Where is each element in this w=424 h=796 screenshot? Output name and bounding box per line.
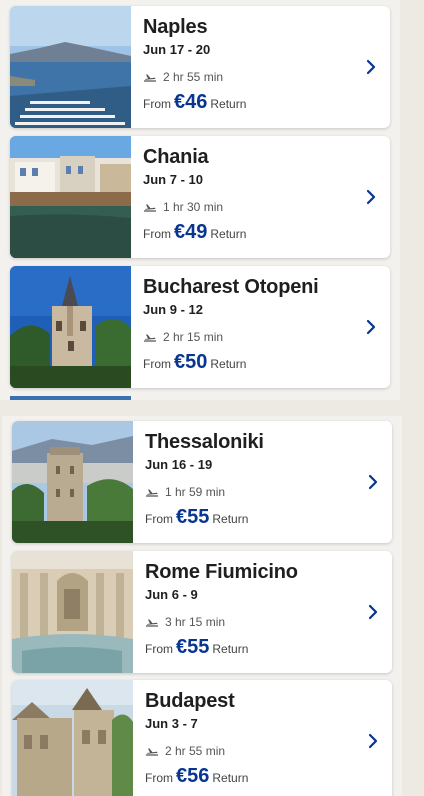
- destination-card-chania[interactable]: Chania Jun 7 - 10 1 hr 30 min From €49 R…: [10, 136, 390, 258]
- price-line: From €55 Return: [145, 636, 248, 659]
- from-label: From: [145, 771, 173, 785]
- destination-info: Thessaloniki Jun 16 - 19 1 hr 59 min Fro…: [145, 421, 352, 543]
- destination-city: Bucharest Otopeni: [143, 276, 319, 298]
- travel-dates: Jun 3 - 7: [145, 716, 198, 731]
- peles-castle-photo: [10, 266, 131, 388]
- travel-dates: Jun 9 - 12: [143, 302, 203, 317]
- flight-duration-text: 1 hr 59 min: [165, 485, 226, 499]
- chevron-right-icon[interactable]: [366, 732, 380, 750]
- plane-icon: [143, 71, 157, 83]
- flight-duration: 2 hr 55 min: [143, 70, 223, 84]
- destination-city: Thessaloniki: [145, 431, 264, 453]
- destination-card-naples[interactable]: Naples Jun 17 - 20 2 hr 55 min From €46 …: [10, 6, 390, 128]
- travel-dates: Jun 17 - 20: [143, 42, 211, 57]
- from-label: From: [143, 357, 171, 371]
- travel-dates: Jun 7 - 10: [143, 172, 203, 187]
- price: €55: [176, 506, 210, 528]
- plane-icon: [145, 486, 159, 498]
- from-label: From: [143, 97, 171, 111]
- flight-duration: 2 hr 55 min: [145, 744, 225, 758]
- destination-city: Chania: [143, 146, 209, 168]
- chevron-right-icon[interactable]: [364, 188, 378, 206]
- price-line: From €55 Return: [145, 506, 248, 529]
- price: €50: [174, 351, 208, 373]
- fishermans-bastion-photo: [12, 680, 133, 796]
- destination-card-bucharest[interactable]: Bucharest Otopeni Jun 9 - 12 2 hr 15 min…: [10, 266, 390, 388]
- destination-city: Budapest: [145, 690, 235, 712]
- destination-list-bottom: Thessaloniki Jun 16 - 19 1 hr 59 min Fro…: [2, 416, 402, 796]
- flight-duration-text: 3 hr 15 min: [165, 615, 226, 629]
- plane-icon: [143, 331, 157, 343]
- travel-dates: Jun 16 - 19: [145, 457, 213, 472]
- plane-icon: [143, 201, 157, 213]
- flight-duration: 1 hr 30 min: [143, 200, 223, 214]
- destination-info: Budapest Jun 3 - 7 2 hr 55 min From €56 …: [145, 680, 352, 796]
- return-label: Return: [210, 97, 247, 111]
- destination-city: Naples: [143, 16, 208, 38]
- from-label: From: [145, 642, 173, 656]
- price: €56: [176, 765, 210, 787]
- return-label: Return: [212, 771, 249, 785]
- destination-info: Rome Fiumicino Jun 6 - 9 3 hr 15 min Fro…: [145, 551, 352, 673]
- from-label: From: [143, 227, 171, 241]
- from-label: From: [145, 512, 173, 526]
- plane-icon: [145, 745, 159, 757]
- chevron-right-icon[interactable]: [364, 318, 378, 336]
- destination-card-thessaloniki[interactable]: Thessaloniki Jun 16 - 19 1 hr 59 min Fro…: [12, 421, 392, 543]
- price: €46: [174, 91, 208, 113]
- price-line: From €56 Return: [145, 765, 248, 788]
- price-line: From €49 Return: [143, 221, 246, 244]
- flight-duration-text: 2 hr 55 min: [163, 70, 224, 84]
- flight-duration: 2 hr 15 min: [143, 330, 223, 344]
- chevron-right-icon[interactable]: [366, 473, 380, 491]
- flight-duration-text: 1 hr 30 min: [163, 200, 224, 214]
- trevi-fountain-photo: [12, 551, 133, 673]
- return-label: Return: [212, 512, 249, 526]
- flight-duration: 1 hr 59 min: [145, 485, 225, 499]
- naples-harbor-photo: [10, 6, 131, 128]
- destination-list-top: Naples Jun 17 - 20 2 hr 55 min From €46 …: [0, 0, 400, 400]
- flight-duration-text: 2 hr 55 min: [165, 744, 226, 758]
- chevron-right-icon[interactable]: [366, 603, 380, 621]
- white-tower-photo: [12, 421, 133, 543]
- chevron-right-icon[interactable]: [364, 58, 378, 76]
- return-label: Return: [210, 227, 247, 241]
- destination-card-budapest[interactable]: Budapest Jun 3 - 7 2 hr 55 min From €56 …: [12, 680, 392, 796]
- price-line: From €50 Return: [143, 351, 246, 374]
- destination-city: Rome Fiumicino: [145, 561, 298, 583]
- next-card-peek: [10, 396, 131, 400]
- price: €55: [176, 636, 210, 658]
- flight-duration: 3 hr 15 min: [145, 615, 225, 629]
- return-label: Return: [210, 357, 247, 371]
- destination-card-rome[interactable]: Rome Fiumicino Jun 6 - 9 3 hr 15 min Fro…: [12, 551, 392, 673]
- chania-waterfront-photo: [10, 136, 131, 258]
- plane-icon: [145, 616, 159, 628]
- destination-info: Naples Jun 17 - 20 2 hr 55 min From €46 …: [143, 6, 350, 128]
- destination-info: Bucharest Otopeni Jun 9 - 12 2 hr 15 min…: [143, 266, 350, 388]
- price-line: From €46 Return: [143, 91, 246, 114]
- flight-duration-text: 2 hr 15 min: [163, 330, 224, 344]
- travel-dates: Jun 6 - 9: [145, 587, 198, 602]
- return-label: Return: [212, 642, 249, 656]
- price: €49: [174, 221, 208, 243]
- destination-info: Chania Jun 7 - 10 1 hr 30 min From €49 R…: [143, 136, 350, 258]
